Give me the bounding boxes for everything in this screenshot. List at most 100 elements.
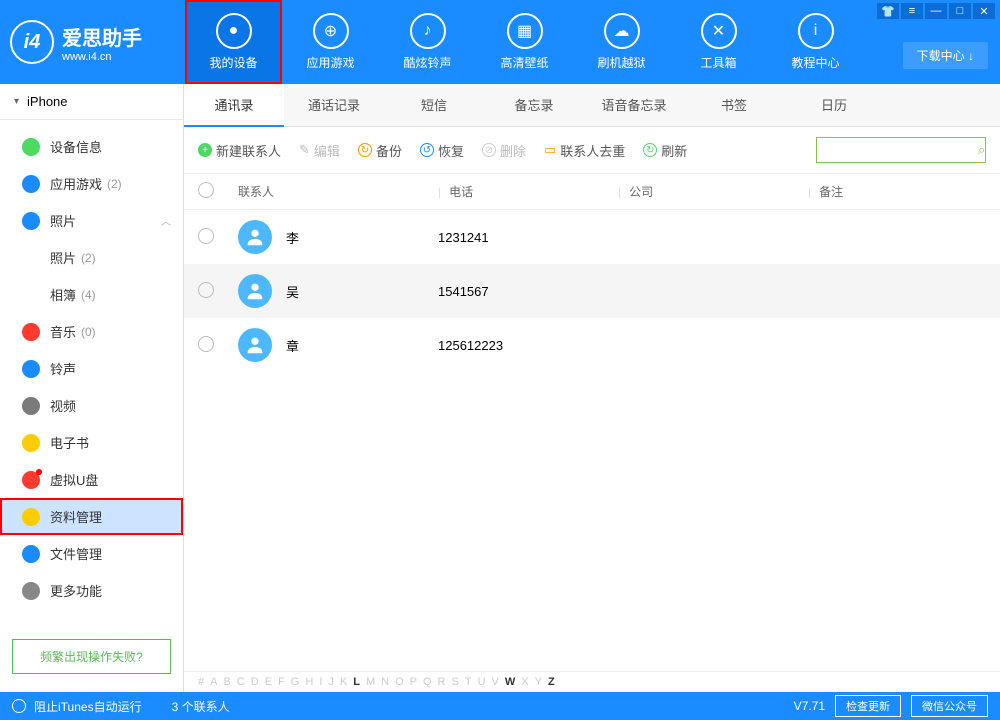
expand-icon[interactable]: ︿ [161, 213, 171, 228]
skin-icon[interactable]: 👕 [877, 3, 899, 19]
row-checkbox[interactable] [198, 336, 214, 352]
alpha-T[interactable]: T [465, 676, 472, 688]
alpha-C[interactable]: C [237, 676, 245, 688]
check-update-button[interactable]: 检查更新 [835, 695, 901, 717]
new-contact-button[interactable]: +新建联系人 [198, 141, 281, 160]
contact-row[interactable]: 吴1541567 [184, 264, 1000, 318]
tab-5[interactable]: 书签 [684, 84, 784, 126]
alpha-D[interactable]: D [251, 676, 259, 688]
alpha-#[interactable]: # [198, 676, 204, 688]
nav-icon-3: ▦ [507, 13, 543, 49]
alpha-E[interactable]: E [265, 676, 272, 688]
nav-5[interactable]: ✕工具箱 [670, 0, 767, 84]
alpha-L[interactable]: L [353, 676, 360, 688]
contact-row[interactable]: 李1231241 [184, 210, 1000, 264]
alpha-N[interactable]: N [381, 676, 389, 688]
sidebar-item-11[interactable]: 文件管理 [0, 535, 183, 572]
nav-icon-4: ☁ [604, 13, 640, 49]
nav-icon-6: i [798, 13, 834, 49]
nav-4[interactable]: ☁刷机越狱 [573, 0, 670, 84]
search-box[interactable]: ⌕ [816, 137, 986, 163]
header-nav: ●我的设备⊕应用游戏♪酷炫铃声▦高清壁纸☁刷机越狱✕工具箱i教程中心 [185, 0, 864, 84]
sidebar-label: 照片 [50, 211, 76, 230]
edit-button[interactable]: ✎编辑 [299, 141, 340, 160]
contact-name: 吴 [286, 282, 299, 301]
itunes-toggle-label[interactable]: 阻止iTunes自动运行 [34, 698, 142, 715]
header: i4 爱思助手 www.i4.cn ●我的设备⊕应用游戏♪酷炫铃声▦高清壁纸☁刷… [0, 0, 1000, 84]
sidebar-item-2[interactable]: 照片 ︿ [0, 202, 183, 239]
alpha-S[interactable]: S [452, 676, 459, 688]
row-checkbox[interactable] [198, 282, 214, 298]
device-selector[interactable]: iPhone [0, 84, 183, 120]
alpha-M[interactable]: M [366, 676, 375, 688]
contact-name: 李 [286, 228, 299, 247]
wechat-button[interactable]: 微信公众号 [911, 695, 988, 717]
restore-button[interactable]: ↺恢复 [420, 141, 464, 160]
sidebar-item-8[interactable]: 电子书 [0, 424, 183, 461]
alpha-J[interactable]: J [328, 676, 334, 688]
tab-6[interactable]: 日历 [784, 84, 884, 126]
maximize-icon[interactable]: □ [949, 3, 971, 19]
nav-2[interactable]: ♪酷炫铃声 [379, 0, 476, 84]
alpha-Q[interactable]: Q [423, 676, 432, 688]
alpha-Y[interactable]: Y [535, 676, 542, 688]
select-all-checkbox[interactable] [198, 182, 214, 198]
sidebar-item-5[interactable]: 音乐(0) [0, 313, 183, 350]
dedup-button[interactable]: ▭联系人去重 [544, 141, 625, 160]
help-link[interactable]: 频繁出现操作失败? [12, 639, 171, 674]
contact-row[interactable]: 章125612223 [184, 318, 1000, 372]
download-center-button[interactable]: 下载中心 ↓ [903, 42, 988, 69]
settings-icon[interactable]: ≡ [901, 3, 923, 19]
alpha-G[interactable]: G [291, 676, 300, 688]
tab-1[interactable]: 通话记录 [284, 84, 384, 126]
sidebar-item-9[interactable]: 虚拟U盘 [0, 461, 183, 498]
sidebar-item-3[interactable]: 照片(2) [0, 239, 183, 276]
alpha-R[interactable]: R [438, 676, 446, 688]
tab-3[interactable]: 备忘录 [484, 84, 584, 126]
alpha-P[interactable]: P [410, 676, 417, 688]
tab-0[interactable]: 通讯录 [184, 84, 284, 127]
alpha-I[interactable]: I [319, 676, 322, 688]
search-input[interactable] [823, 143, 978, 157]
sidebar-item-10[interactable]: 资料管理 [0, 498, 183, 535]
alpha-K[interactable]: K [340, 676, 347, 688]
avatar-icon [238, 328, 272, 362]
contact-name: 章 [286, 336, 299, 355]
alpha-V[interactable]: V [492, 676, 499, 688]
nav-label: 我的设备 [209, 54, 257, 71]
sidebar-item-12[interactable]: 更多功能 [0, 572, 183, 609]
itunes-toggle-icon[interactable] [12, 699, 26, 713]
minimize-icon[interactable]: — [925, 3, 947, 19]
toolbar: +新建联系人 ✎编辑 ↻备份 ↺恢复 ⊘删除 ▭联系人去重 ↻刷新 ⌕ [184, 127, 1000, 174]
alpha-A[interactable]: A [210, 676, 217, 688]
alpha-F[interactable]: F [278, 676, 285, 688]
nav-1[interactable]: ⊕应用游戏 [282, 0, 379, 84]
backup-button[interactable]: ↻备份 [358, 141, 402, 160]
alpha-U[interactable]: U [478, 676, 486, 688]
tab-2[interactable]: 短信 [384, 84, 484, 126]
close-icon[interactable]: ✕ [973, 3, 995, 19]
sidebar-label: 设备信息 [50, 137, 102, 156]
sidebar-icon [22, 545, 40, 563]
alpha-O[interactable]: O [395, 676, 404, 688]
sidebar-count: (2) [107, 177, 122, 191]
search-icon[interactable]: ⌕ [978, 142, 985, 158]
alpha-H[interactable]: H [305, 676, 313, 688]
nav-0[interactable]: ●我的设备 [185, 0, 282, 84]
row-checkbox[interactable] [198, 228, 214, 244]
sidebar-item-7[interactable]: 视频 [0, 387, 183, 424]
sidebar-item-0[interactable]: 设备信息 [0, 128, 183, 165]
window-controls: 👕 ≡ — □ ✕ [877, 3, 995, 19]
sidebar-item-6[interactable]: 铃声 [0, 350, 183, 387]
sidebar-item-4[interactable]: 相簿(4) [0, 276, 183, 313]
nav-3[interactable]: ▦高清壁纸 [476, 0, 573, 84]
tab-4[interactable]: 语音备忘录 [584, 84, 684, 126]
delete-button[interactable]: ⊘删除 [482, 141, 526, 160]
alpha-Z[interactable]: Z [548, 676, 555, 688]
alpha-X[interactable]: X [521, 676, 528, 688]
refresh-button[interactable]: ↻刷新 [643, 141, 687, 160]
alpha-W[interactable]: W [505, 676, 515, 688]
nav-6[interactable]: i教程中心 [767, 0, 864, 84]
sidebar-item-1[interactable]: 应用游戏(2) [0, 165, 183, 202]
alpha-B[interactable]: B [223, 676, 230, 688]
